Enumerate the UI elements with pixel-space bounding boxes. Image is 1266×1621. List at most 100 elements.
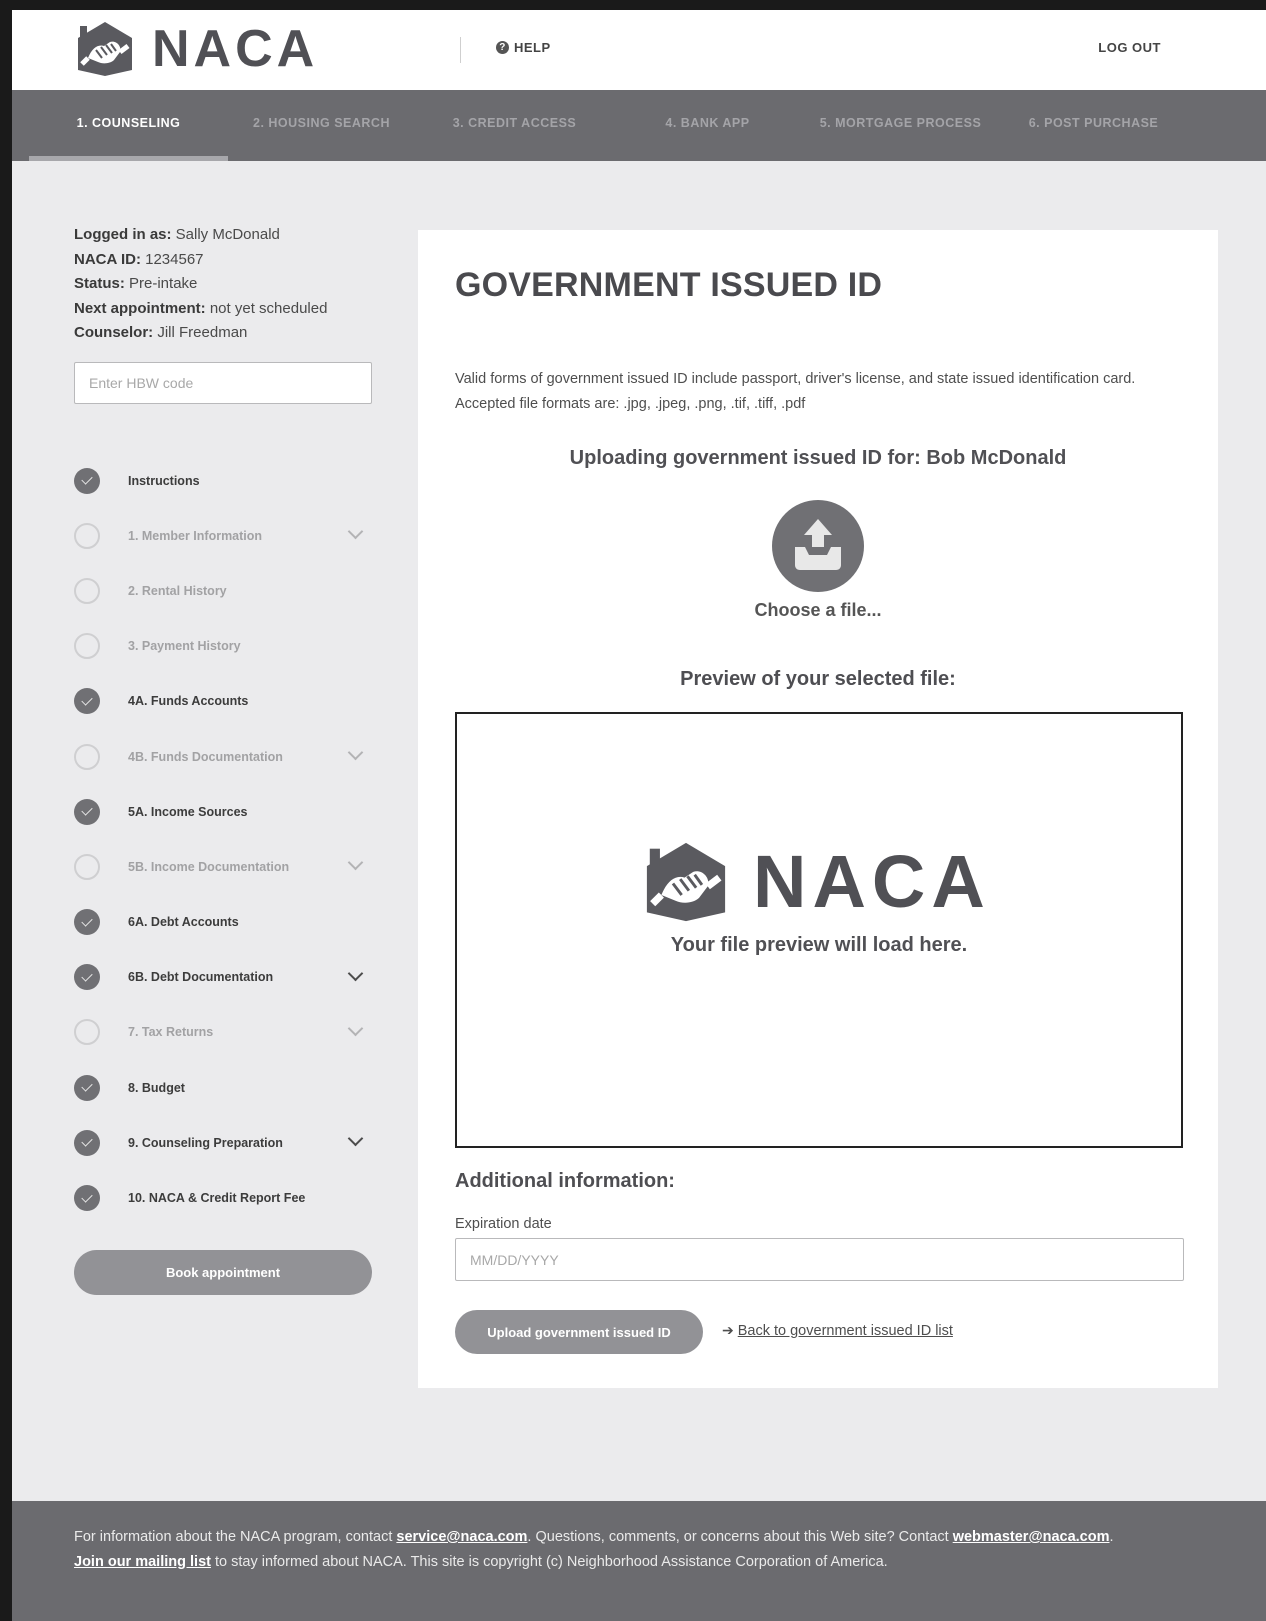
page-frame: NACA ? HELP LOG OUT 1. COUNSELING 2. HOU… <box>12 10 1266 1621</box>
progress-nav: 1. COUNSELING 2. HOUSING SEARCH 3. CREDI… <box>12 90 1266 161</box>
footer-text-segment: to stay informed about NACA. This site i… <box>210 1553 888 1570</box>
check-circle-icon <box>74 1129 100 1156</box>
tab-post-purchase[interactable]: 6. POST PURCHASE <box>994 90 1193 161</box>
step-budget[interactable]: 8. Budget <box>74 1060 374 1115</box>
tab-credit-access[interactable]: 3. CREDIT ACCESS <box>415 90 614 161</box>
check-circle-icon <box>74 467 100 494</box>
choose-file-link[interactable]: Choose a file... <box>418 600 1218 621</box>
footer: For information about the NACA program, … <box>12 1501 1266 1621</box>
check-circle-icon <box>74 1074 100 1101</box>
naca-logo[interactable]: NACA <box>74 20 318 78</box>
uploading-for-heading: Uploading government issued ID for: Bob … <box>569 447 1067 469</box>
top-header: NACA ? HELP LOG OUT <box>12 10 1266 90</box>
step-label: 6B. Debt Documentation <box>128 970 274 985</box>
chevron-down-icon[interactable] <box>347 965 364 981</box>
preview-heading: Preview of your selected file: <box>680 668 956 690</box>
info-key: Counselor: <box>74 324 154 341</box>
info-counselor: Counselor: Jill Freedman <box>74 321 374 346</box>
tab-mortgage-process[interactable]: 5. MORTGAGE PROCESS <box>801 90 1000 161</box>
check-circle-icon <box>74 1185 100 1212</box>
question-circle-icon: ? <box>496 41 509 54</box>
expiration-date-input[interactable] <box>455 1238 1184 1281</box>
info-value: Pre-intake <box>129 275 198 292</box>
step-label: 2. Rental History <box>128 583 227 598</box>
step-label: 1. Member Information <box>128 528 263 543</box>
footer-text-segment: . <box>1109 1529 1114 1545</box>
step-debt-accounts[interactable]: 6A. Debt Accounts <box>74 895 374 950</box>
empty-circle-icon <box>74 522 100 549</box>
webmaster-email-link[interactable]: webmaster@naca.com <box>953 1529 1110 1545</box>
step-funds-documentation[interactable]: 4B. Funds Documentation <box>74 729 374 784</box>
check-circle-icon <box>74 798 100 825</box>
empty-circle-icon <box>74 577 100 604</box>
info-value: Jill Freedman <box>157 324 248 341</box>
info-key: Next appointment: <box>74 299 206 317</box>
upload-tray-icon <box>795 519 841 570</box>
chevron-down-icon[interactable] <box>347 1020 364 1037</box>
step-label: 6A. Debt Accounts <box>128 915 239 930</box>
empty-circle-icon <box>74 743 100 770</box>
preview-placeholder-message: Your file preview will load here. <box>670 934 968 956</box>
step-income-sources[interactable]: 5A. Income Sources <box>74 784 374 839</box>
expiration-date-label: Expiration date <box>455 1216 552 1232</box>
sidebar: Logged in as: Sally McDonald NACA ID: 12… <box>74 223 374 1295</box>
step-counseling-preparation[interactable]: 9. Counseling Preparation <box>74 1115 374 1170</box>
step-member-information[interactable]: 1. Member Information <box>74 508 374 563</box>
step-funds-accounts[interactable]: 4A. Funds Accounts <box>74 674 374 729</box>
step-payment-history[interactable]: 3. Payment History <box>74 619 374 674</box>
check-circle-icon <box>74 909 100 936</box>
chevron-down-icon[interactable] <box>347 855 364 871</box>
info-value: Sally McDonald <box>175 226 280 243</box>
handshake-house-icon <box>78 22 132 76</box>
id-description: Valid forms of government issued ID incl… <box>455 371 1136 412</box>
chevron-down-icon[interactable] <box>347 1130 364 1147</box>
step-instructions[interactable]: Instructions <box>74 453 374 508</box>
empty-circle-icon <box>74 853 100 880</box>
book-appointment-button[interactable]: Book appointment <box>74 1250 372 1295</box>
upload-icon-button[interactable] <box>772 500 864 592</box>
step-label: 9. Counseling Preparation <box>128 1135 283 1150</box>
preview-logo-text: NACA <box>753 840 991 923</box>
back-to-id-list-link[interactable]: ➔ Back to government issued ID list <box>722 1322 953 1339</box>
logo-text: NACA <box>152 20 319 78</box>
header-divider <box>460 37 461 63</box>
tab-housing-search[interactable]: 2. HOUSING SEARCH <box>222 90 421 161</box>
chevron-down-icon[interactable] <box>347 523 364 540</box>
step-list: Instructions 1. Member Information 2. Re… <box>74 453 374 1226</box>
step-income-documentation[interactable]: 5B. Income Documentation <box>74 839 374 894</box>
footer-text-segment: For information about the NACA program, … <box>74 1529 397 1545</box>
info-next-appointment: Next appointment: not yet scheduled <box>74 297 374 322</box>
info-key: Status: <box>74 275 125 292</box>
tab-counseling[interactable]: 1. COUNSELING <box>29 90 228 161</box>
step-label: 7. Tax Returns <box>128 1025 214 1040</box>
hbw-code-input[interactable] <box>74 362 372 404</box>
logout-link[interactable]: LOG OUT <box>1098 40 1161 55</box>
service-email-link[interactable]: service@naca.com <box>396 1529 527 1545</box>
back-link-label: Back to government issued ID list <box>737 1322 953 1339</box>
footer-text-segment: . Questions, comments, or concerns about… <box>527 1529 953 1545</box>
upload-id-button[interactable]: Upload government issued ID <box>455 1310 703 1354</box>
info-value: 1234567 <box>145 250 204 268</box>
empty-circle-icon <box>74 633 100 660</box>
file-preview-box: NACA Your file preview will load here. <box>455 712 1183 1148</box>
chevron-down-icon[interactable] <box>347 744 364 761</box>
check-circle-icon <box>74 964 100 991</box>
step-rental-history[interactable]: 2. Rental History <box>74 563 374 618</box>
info-status: Status: Pre-intake <box>74 272 374 297</box>
step-label: 3. Payment History <box>128 639 241 654</box>
step-label: 5A. Income Sources <box>128 804 248 819</box>
footer-text: For information about the NACA program, … <box>74 1525 1134 1574</box>
step-label: 5B. Income Documentation <box>128 859 290 874</box>
upload-card: GOVERNMENT ISSUED ID Valid forms of gove… <box>418 230 1218 1388</box>
help-label: HELP <box>514 40 551 55</box>
info-logged-in: Logged in as: Sally McDonald <box>74 223 374 248</box>
help-link[interactable]: ? HELP <box>496 40 551 55</box>
mailing-list-link[interactable]: Join our mailing list <box>74 1554 211 1570</box>
step-label: 4B. Funds Documentation <box>128 749 283 764</box>
step-naca-credit-report-fee[interactable]: 10. NACA & Credit Report Fee <box>74 1170 374 1225</box>
step-label: 4A. Funds Accounts <box>128 694 249 709</box>
step-tax-returns[interactable]: 7. Tax Returns <box>74 1005 374 1060</box>
empty-circle-icon <box>74 1019 100 1046</box>
step-debt-documentation[interactable]: 6B. Debt Documentation <box>74 950 374 1005</box>
tab-bank-app[interactable]: 4. BANK APP <box>608 90 807 161</box>
